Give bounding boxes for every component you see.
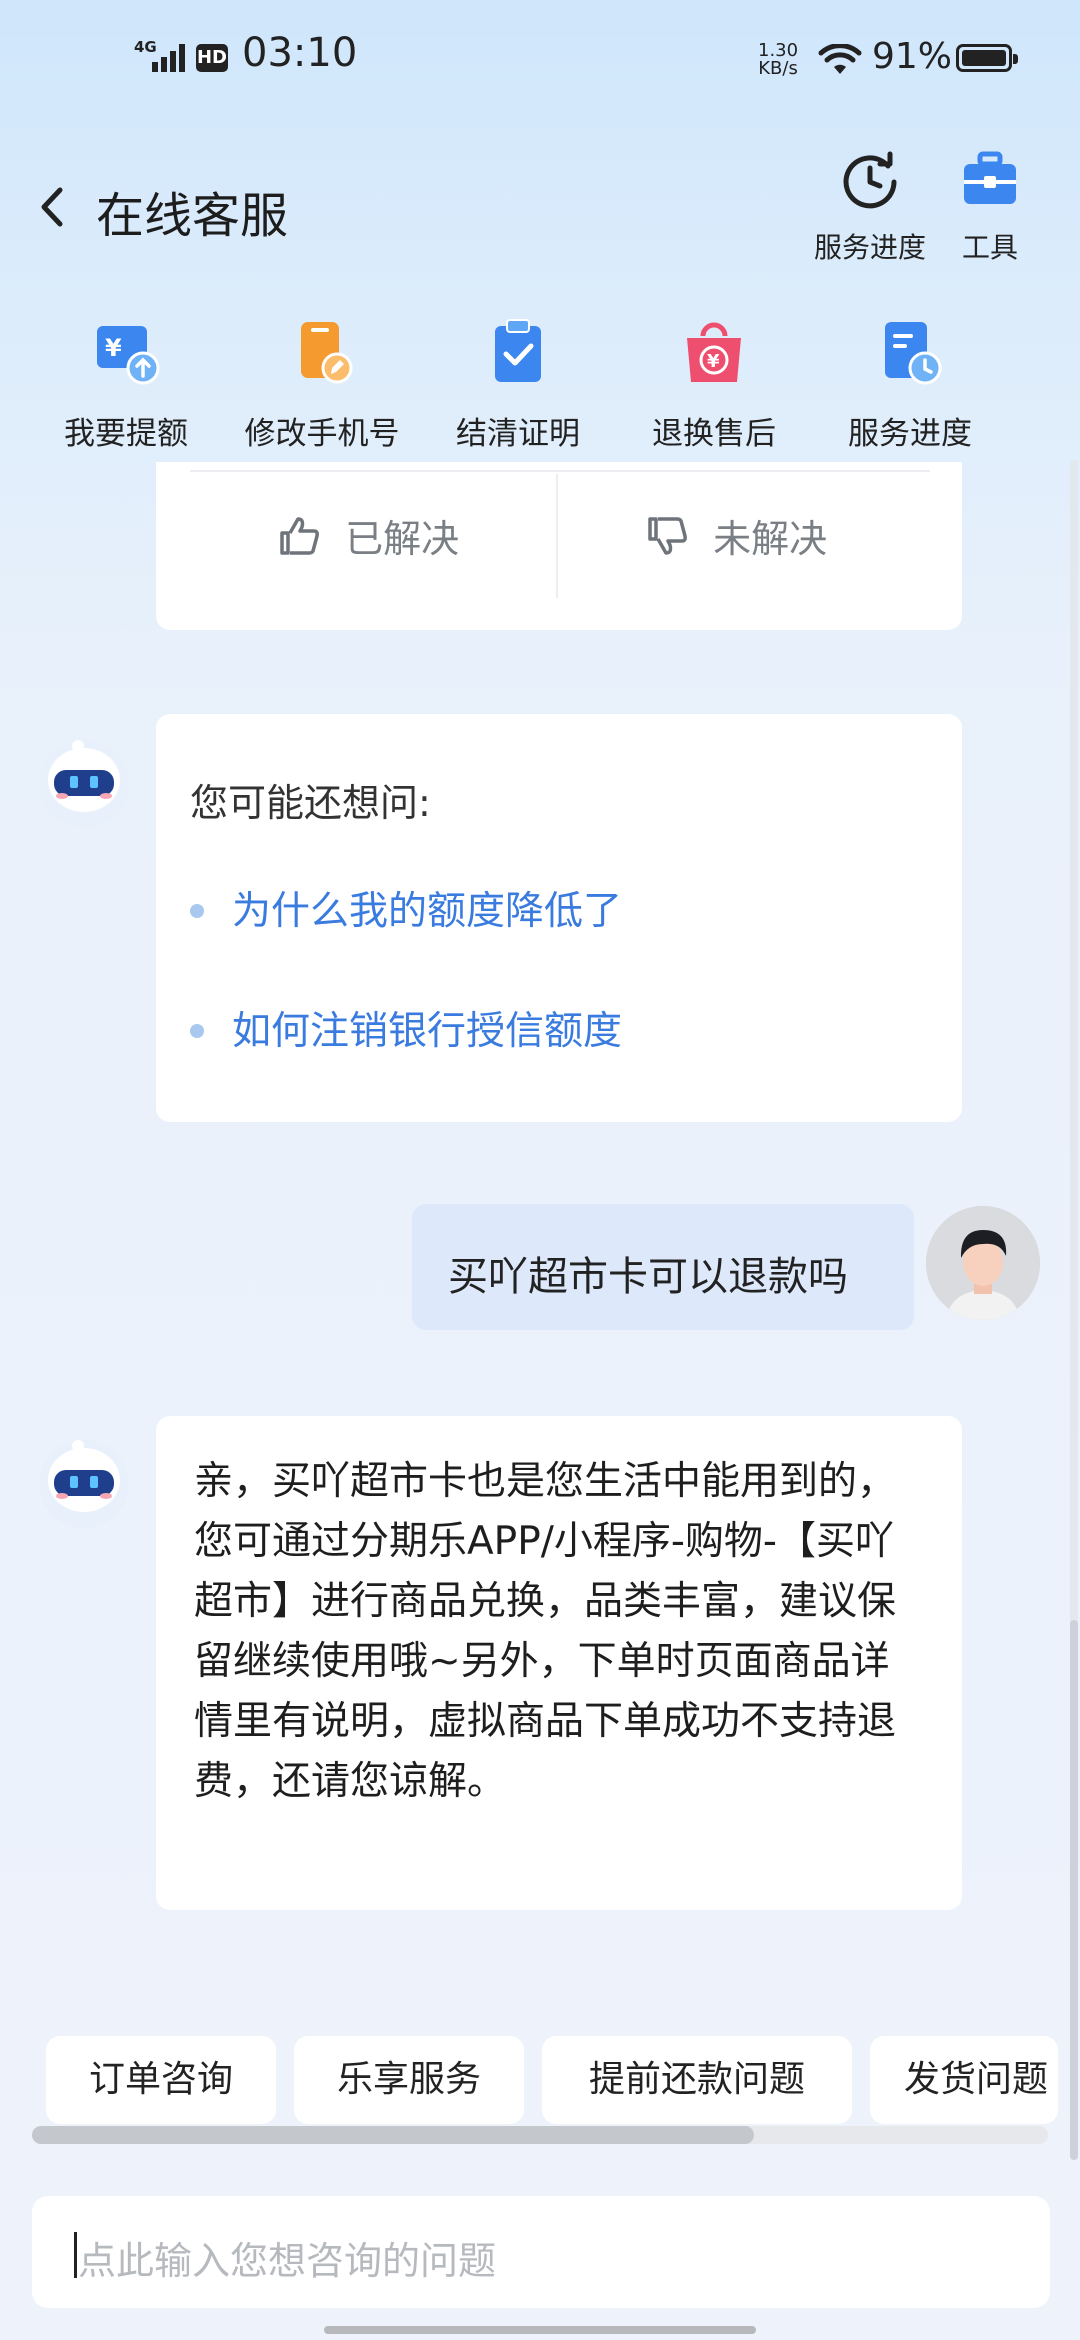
chip-scrollbar-thumb[interactable] (32, 2126, 754, 2144)
network-speed: 1.30 KB/s (758, 42, 798, 78)
page-title: 在线客服 (96, 188, 289, 244)
bot-avatar (34, 1430, 134, 1530)
quick-action-raise-limit[interactable]: ¥ 我要提额 (36, 316, 216, 453)
thumbs-up-icon (280, 516, 319, 555)
list-bullet (190, 1024, 204, 1038)
thumbs-down-icon (648, 516, 687, 555)
tools-label: 工具 (961, 231, 1018, 264)
document-clock-icon (885, 322, 942, 385)
battery-percent: 91% (872, 36, 953, 77)
refund-bag-icon: ¥ (687, 322, 741, 382)
robot-icon (40, 1440, 128, 1528)
quick-action-label: 服务进度 (848, 416, 972, 452)
clipboard-check-icon (495, 319, 541, 382)
network-type: 4G (134, 38, 157, 56)
text-cursor (74, 2232, 77, 2278)
divider (190, 470, 930, 472)
battery-icon (956, 44, 1018, 72)
chevron-left-icon (41, 187, 63, 227)
resolved-label: 已解决 (345, 517, 460, 561)
question-input[interactable]: 点此输入您想咨询的问题 (32, 2196, 1050, 2308)
robot-icon (40, 740, 128, 828)
topic-chip[interactable]: 发货问题 (870, 2036, 1058, 2124)
unresolved-label: 未解决 (713, 517, 828, 561)
topic-chip[interactable]: 订单咨询 (46, 2036, 276, 2124)
clock-refresh-icon (843, 151, 897, 209)
clock: 03:10 (242, 30, 358, 76)
toolbox-icon (964, 151, 1016, 204)
quick-action-settlement-proof[interactable]: 结清证明 (428, 316, 608, 453)
resolved-button[interactable]: 已解决 (276, 508, 459, 563)
quick-action-change-phone[interactable]: 修改手机号 (232, 316, 412, 453)
bot-reply-text: 亲，买吖超市卡也是您生活中能用到的，您可通过分期乐APP/小程序-购物-【买吖超… (194, 1459, 897, 1804)
service-progress-label: 服务进度 (813, 231, 926, 264)
status-bar: 4G HD 03:10 1.30 KB/s 91% (0, 0, 1080, 120)
list-bullet (190, 904, 204, 918)
home-indicator[interactable] (324, 2326, 756, 2334)
divider (556, 474, 558, 598)
phone-edit-icon (301, 322, 353, 384)
svg-text:¥: ¥ (707, 351, 720, 372)
user-message-text: 买吖超市卡可以退款吗 (448, 1254, 848, 1300)
chat-scrollbar-thumb[interactable] (1070, 1620, 1078, 2160)
suggested-questions-heading: 您可能还想问: (190, 781, 431, 825)
tools-button[interactable]: 工具 (930, 150, 1050, 266)
speed-unit: KB/s (758, 58, 798, 79)
svg-text:¥: ¥ (105, 334, 122, 362)
quick-action-label: 结清证明 (456, 416, 580, 452)
quick-action-label: 修改手机号 (244, 416, 400, 452)
user-avatar[interactable] (926, 1206, 1040, 1320)
back-button[interactable] (34, 182, 70, 232)
topic-chip[interactable]: 提前还款问题 (542, 2036, 852, 2124)
user-message-bubble: 买吖超市卡可以退款吗 (412, 1204, 914, 1330)
suggested-question-link[interactable]: 为什么我的额度降低了 (232, 880, 622, 936)
quick-action-label: 退换售后 (652, 416, 776, 452)
quick-action-label: 我要提额 (64, 416, 188, 452)
signal-icon: 4G (134, 38, 194, 78)
suggested-question-link[interactable]: 如何注销银行授信额度 (232, 1000, 622, 1056)
service-progress-button[interactable]: 服务进度 (810, 150, 930, 266)
bot-avatar (34, 730, 134, 830)
quick-action-service-progress[interactable]: 服务进度 (820, 316, 1000, 453)
quick-action-after-sales[interactable]: ¥ 退换售后 (624, 316, 804, 453)
wallet-up-icon: ¥ (97, 326, 160, 385)
hd-badge: HD (196, 44, 228, 72)
unresolved-button[interactable]: 未解决 (644, 508, 827, 563)
input-placeholder: 点此输入您想咨询的问题 (78, 2239, 497, 2283)
topic-chip[interactable]: 乐享服务 (294, 2036, 524, 2124)
wifi-icon (818, 43, 862, 80)
person-icon (926, 1206, 1040, 1320)
